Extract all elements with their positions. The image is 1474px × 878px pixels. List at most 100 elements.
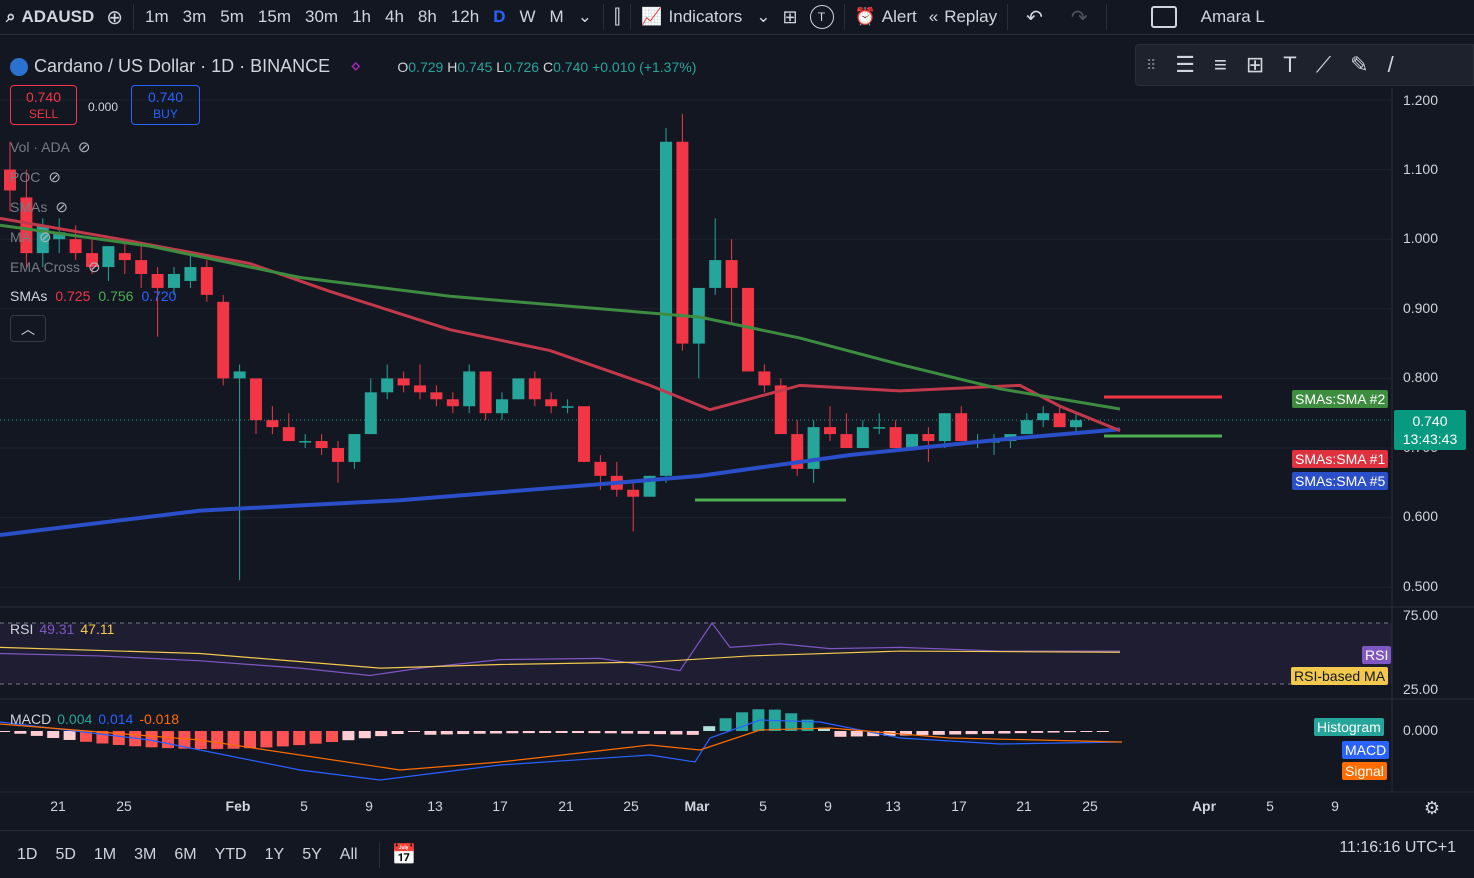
eye-hidden-icon[interactable]: ⊘ xyxy=(88,258,101,276)
indicator-smas[interactable]: SMAs 0.725 0.756 0.720 xyxy=(10,288,176,304)
macd-histogram-bar xyxy=(637,731,650,734)
sell-price: 0.740 xyxy=(25,89,62,105)
horizontal-lines-icon[interactable]: ≡ xyxy=(1214,52,1227,78)
rsi-legend: RSI 49.31 47.11 xyxy=(10,621,115,637)
time-axis-label: 21 xyxy=(1016,798,1032,814)
candle-body xyxy=(676,141,689,344)
macd-tag: MACD xyxy=(1342,741,1390,759)
candle-body xyxy=(479,371,492,414)
macd-histogram-bar xyxy=(998,731,1011,734)
time-axis-label: 5 xyxy=(1266,798,1274,814)
buy-label: BUY xyxy=(153,107,178,121)
time-axis-label: 17 xyxy=(492,798,508,814)
macd-histogram-bar xyxy=(211,731,224,749)
range-ytd[interactable]: YTD xyxy=(206,846,256,864)
time-axis-label: 13 xyxy=(885,798,901,814)
sma2-tag: SMAs:SMA #2 xyxy=(1292,390,1389,408)
range-all[interactable]: All xyxy=(331,846,367,864)
sell-button[interactable]: 0.740 SELL xyxy=(10,85,77,125)
candle-body xyxy=(742,287,754,372)
range-5y[interactable]: 5Y xyxy=(293,846,331,864)
candle-body xyxy=(1020,420,1033,435)
range-5d[interactable]: 5D xyxy=(46,846,84,864)
macd-histogram-bar xyxy=(686,731,699,735)
sma2-line xyxy=(0,223,1121,411)
eye-hidden-icon[interactable]: ⊘ xyxy=(48,168,61,186)
eye-hidden-icon[interactable]: ⊘ xyxy=(78,138,91,156)
settings-gear-icon[interactable]: ⚙ xyxy=(1424,798,1440,819)
time-axis-label: 9 xyxy=(824,798,832,814)
macd-histogram-bar xyxy=(1080,731,1093,732)
time-axis-label: 9 xyxy=(365,798,373,814)
candle-body xyxy=(315,441,328,448)
time-axis-label: 21 xyxy=(558,798,574,814)
range-1y[interactable]: 1Y xyxy=(256,846,294,864)
measure-icon[interactable]: ⊞ xyxy=(1246,52,1264,78)
clock-timezone[interactable]: 11:16:16 UTC+1 xyxy=(1339,839,1456,857)
histogram-tag: Histogram xyxy=(1314,718,1384,736)
candle-body xyxy=(496,399,508,414)
current-price-tag: 0.740 13:43:43 xyxy=(1394,410,1466,450)
macd-axis-zero: 0.000 xyxy=(1402,722,1438,738)
candle-body xyxy=(906,434,918,448)
ray-icon[interactable]: / xyxy=(1388,52,1394,78)
macd-histogram-bar xyxy=(0,731,10,732)
candle-body xyxy=(430,392,443,400)
indicator-ma[interactable]: MA ⊘ xyxy=(10,228,52,246)
candle-body xyxy=(561,406,574,408)
time-axis-label: 13 xyxy=(427,798,443,814)
text-tool-icon[interactable]: T xyxy=(1283,52,1296,78)
goto-date-icon[interactable]: 📅 xyxy=(392,842,417,867)
macd-histogram-bar xyxy=(703,726,716,731)
candle-body xyxy=(922,434,935,442)
data-sources-icon[interactable]: ⋄ xyxy=(350,56,361,77)
indicator-poc[interactable]: POC ⊘ xyxy=(10,168,61,186)
indicator-ema-cross[interactable]: EMA Cross ⊘ xyxy=(10,258,101,276)
macd-histogram-bar xyxy=(490,731,502,734)
range-1d[interactable]: 1D xyxy=(8,846,46,864)
macd-histogram-bar xyxy=(522,731,535,734)
range-6m[interactable]: 6M xyxy=(165,846,205,864)
eye-hidden-icon[interactable]: ⊘ xyxy=(55,198,68,216)
range-1m[interactable]: 1M xyxy=(85,846,125,864)
candle-body xyxy=(463,371,476,407)
candle-body xyxy=(118,253,131,261)
candle-body xyxy=(725,260,738,288)
time-axis-label: 5 xyxy=(300,798,308,814)
buy-button[interactable]: 0.740 BUY xyxy=(131,85,200,125)
chevron-up-icon: ︿ xyxy=(21,320,35,337)
trend-angle-icon[interactable]: ☰ xyxy=(1175,52,1195,78)
drag-handle-icon[interactable]: ⠿ xyxy=(1146,57,1156,74)
candle-body xyxy=(1037,413,1050,421)
macd-histogram-bar xyxy=(949,731,962,735)
macd-histogram-bar xyxy=(539,731,552,734)
spread-value: 0.000 xyxy=(88,100,119,114)
range-3m[interactable]: 3M xyxy=(125,846,165,864)
time-axis-label: 25 xyxy=(116,798,132,814)
brush-icon[interactable]: ✎ xyxy=(1350,52,1368,78)
rsi-axis-bottom: 25.00 xyxy=(1402,681,1438,697)
eye-hidden-icon[interactable]: ⊘ xyxy=(39,228,52,246)
candle-body xyxy=(938,413,951,442)
chart-legend: Cardano / US Dollar · 1D · BINANCE ⋄ O0.… xyxy=(10,56,696,77)
collapse-legend-button[interactable]: ︿ xyxy=(10,315,46,342)
trend-line-icon[interactable]: ⟋ xyxy=(1316,52,1331,78)
indicator-smas-hidden[interactable]: SMAs ⊘ xyxy=(10,198,68,216)
macd-histogram-bar xyxy=(1096,731,1109,732)
time-axis-label: Apr xyxy=(1191,798,1217,814)
candle-body xyxy=(266,420,279,428)
macd-histogram-bar xyxy=(621,731,634,734)
candle-body xyxy=(758,371,771,386)
rsi-band xyxy=(0,623,1392,684)
price-chart[interactable] xyxy=(0,0,1474,877)
candle-body xyxy=(545,399,558,407)
candle-body xyxy=(856,427,869,448)
macd-histogram-bar xyxy=(358,731,371,739)
price-axis-label: 1.200 xyxy=(1402,92,1438,108)
candle-body xyxy=(709,260,722,288)
candle-body xyxy=(299,441,312,443)
indicator-vol[interactable]: Vol · ADA ⊘ xyxy=(10,138,91,156)
candle-body xyxy=(151,274,164,288)
macd-histogram-bar xyxy=(14,731,27,734)
candle-body xyxy=(889,427,902,448)
